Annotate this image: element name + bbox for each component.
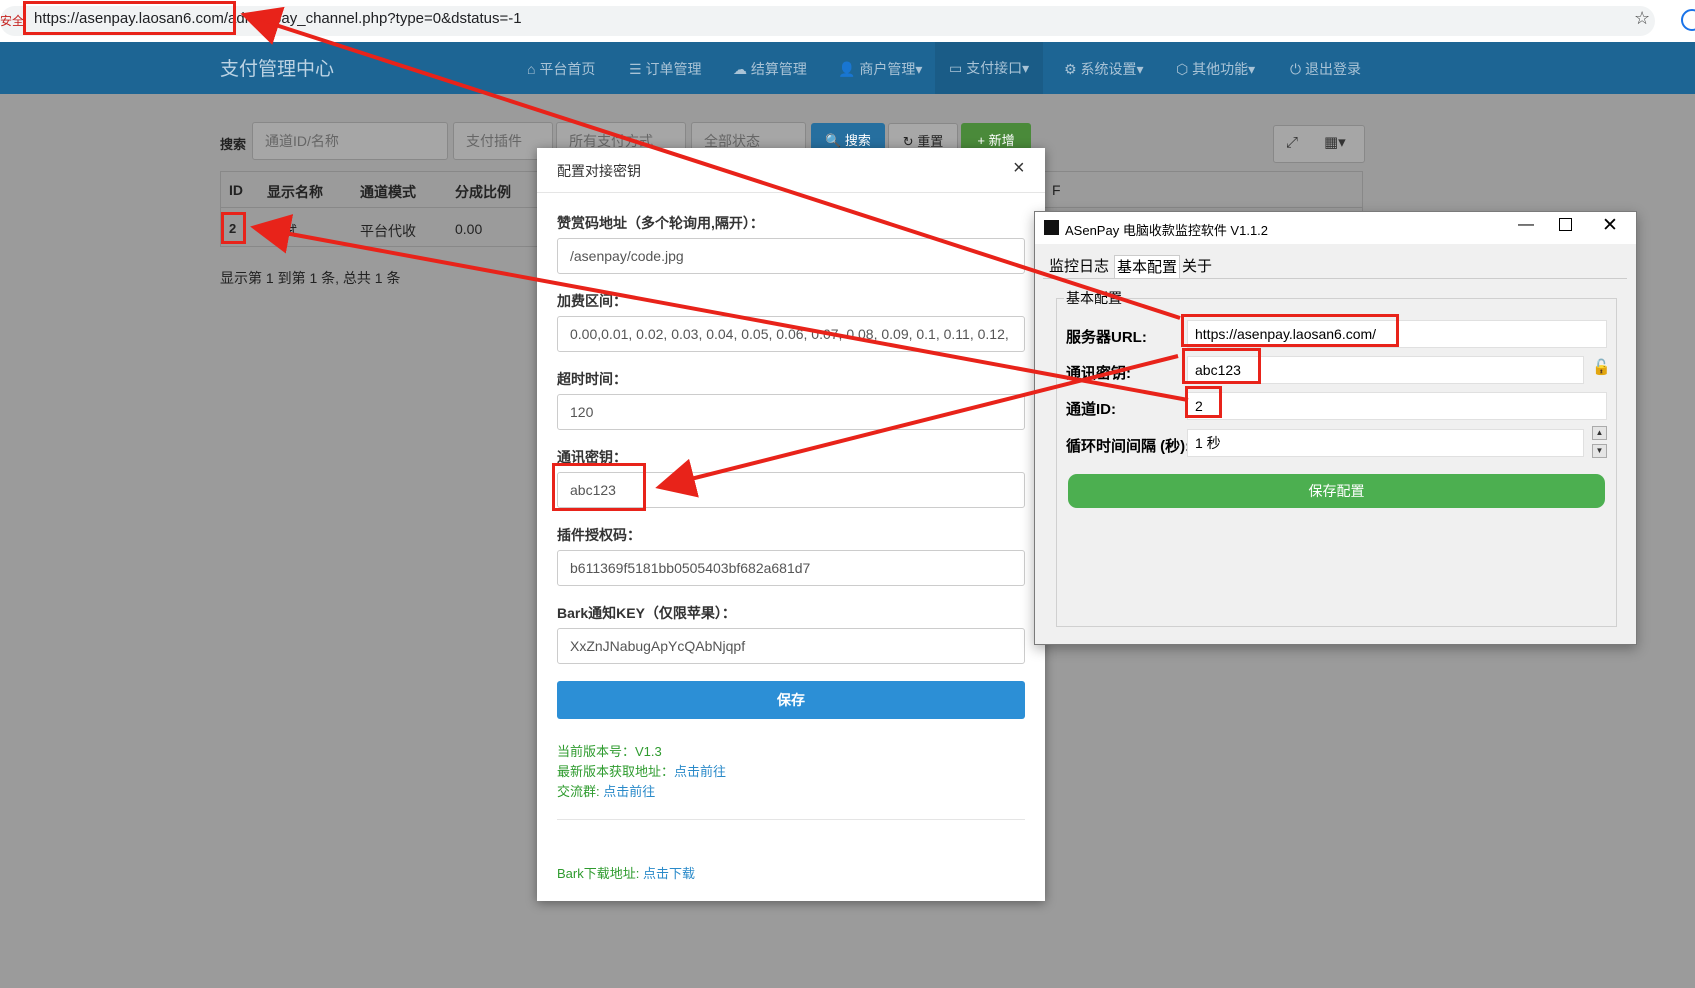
arrow-channel-id	[250, 214, 1189, 402]
arrow-url-thin	[247, 15, 1181, 319]
arrow-secret	[655, 354, 1179, 498]
annotation-arrows	[240, 6, 1189, 498]
